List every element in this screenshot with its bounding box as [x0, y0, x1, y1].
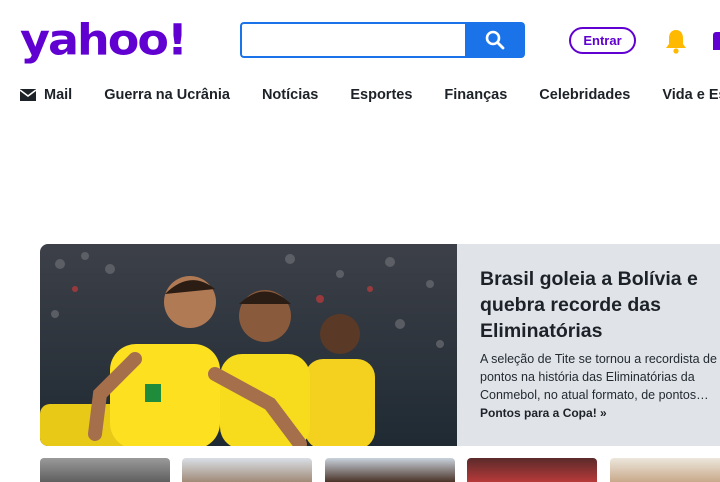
- story-thumbnail[interactable]: [40, 458, 170, 482]
- yahoo-logo[interactable]: yahoo!: [20, 12, 188, 67]
- hero-photo[interactable]: [40, 244, 457, 446]
- hero-text-panel: Brasil goleia a Bolívia e quebra recorde…: [457, 244, 720, 446]
- nav-item-noticias[interactable]: Notícias: [262, 87, 318, 103]
- story-thumbnail[interactable]: [610, 458, 720, 482]
- story-thumbnail[interactable]: [467, 458, 597, 482]
- search-button[interactable]: [465, 22, 525, 58]
- nav-item-label: Mail: [44, 87, 73, 103]
- nav-item-mail[interactable]: Mail: [20, 87, 72, 103]
- search-icon: [485, 30, 505, 50]
- nav-item-vida-e-estilo[interactable]: Vida e Estilo: [662, 87, 720, 103]
- hero-summary: A seleção de Tite se tornou a recordista…: [480, 352, 717, 402]
- search-input[interactable]: [240, 22, 466, 58]
- nav-item-esportes[interactable]: Esportes: [350, 87, 412, 103]
- nav-item-financas[interactable]: Finanças: [444, 87, 507, 103]
- story-thumbnail[interactable]: [325, 458, 455, 482]
- signin-button[interactable]: Entrar: [569, 27, 636, 54]
- hero-more-link[interactable]: Pontos para a Copa! »: [480, 406, 720, 420]
- nav-item-celebridades[interactable]: Celebridades: [539, 87, 630, 103]
- hero-story-card[interactable]: Brasil goleia a Bolívia e quebra recorde…: [40, 244, 720, 446]
- nav-item-guerra-na-ucrania[interactable]: Guerra na Ucrânia: [104, 87, 230, 103]
- mail-shortcut-icon[interactable]: [713, 32, 720, 50]
- story-thumbnail[interactable]: [182, 458, 312, 482]
- bell-icon[interactable]: [662, 27, 690, 55]
- mail-icon: [20, 89, 36, 101]
- top-navigation: Mail Guerra na Ucrânia Notícias Esportes…: [20, 84, 720, 106]
- hero-title[interactable]: Brasil goleia a Bolívia e quebra recorde…: [480, 266, 720, 344]
